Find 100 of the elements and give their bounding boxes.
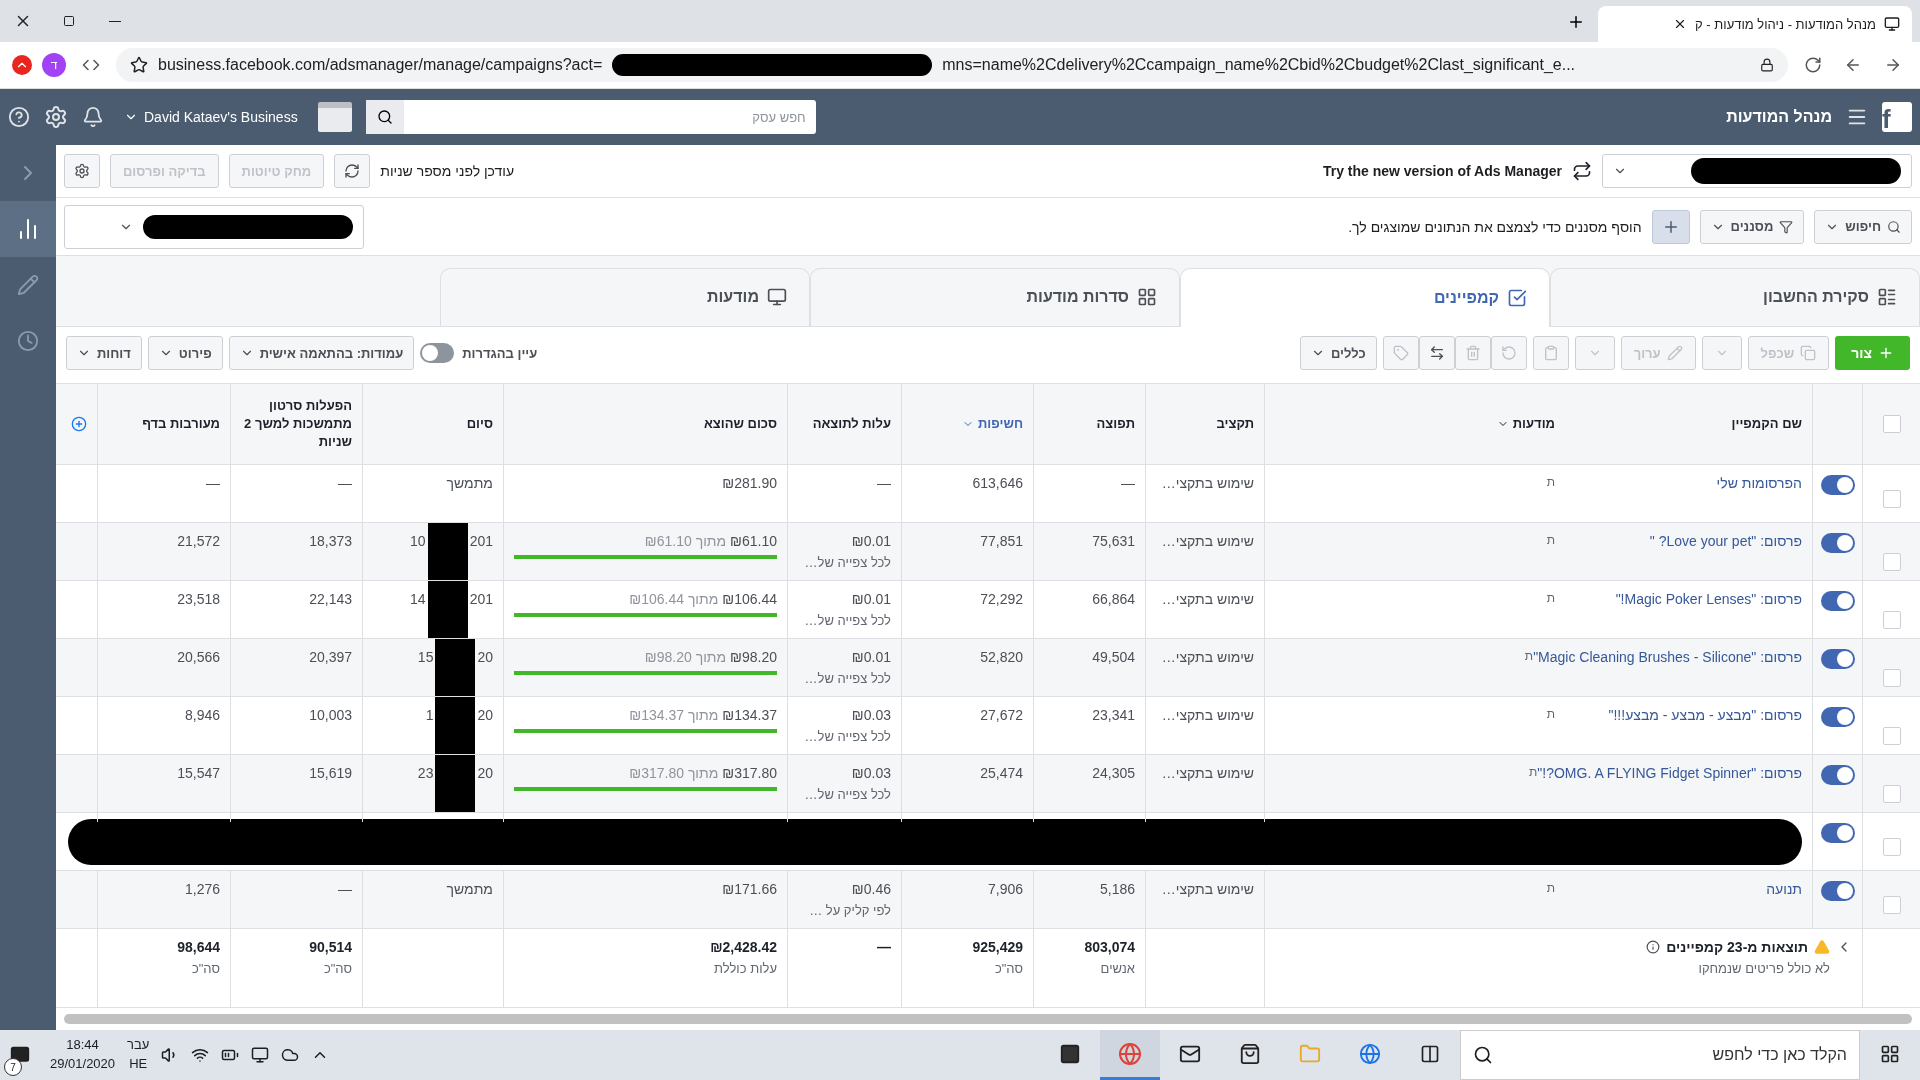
table-cell-text: מתמשך <box>445 881 493 898</box>
add-filter-button[interactable] <box>1651 209 1690 244</box>
cloud-icon[interactable] <box>281 1046 300 1064</box>
search-icon <box>1887 219 1901 234</box>
row-checkbox[interactable] <box>1882 837 1901 856</box>
refresh-button[interactable] <box>334 154 371 189</box>
column-header[interactable]: מעורבות בדף <box>108 415 220 434</box>
campaign-toggle[interactable] <box>1820 823 1855 844</box>
column-header[interactable]: הפעלות סרטון מתמשכות למשך 2 שניות <box>241 397 352 452</box>
rules-dropdown[interactable]: כללים <box>1299 336 1377 371</box>
table-cell-text: 66,864 <box>1091 591 1135 608</box>
new-version-link[interactable]: Try the new version of Ads Manager <box>1322 163 1562 180</box>
notifications-icon[interactable] <box>82 106 104 128</box>
column-header[interactable]: שם הקמפיין <box>1555 415 1802 434</box>
delivery-status: ת <box>1524 649 1534 664</box>
column-header[interactable]: סכום שהוצא <box>514 415 777 434</box>
search-button[interactable] <box>365 100 404 134</box>
table-cell-text: 77,851 <box>979 533 1023 550</box>
cost-note: לכל צפייה של… <box>803 555 891 571</box>
table-cell-text: 1,276 <box>183 881 220 898</box>
profile-avatar[interactable]: ד <box>42 53 66 77</box>
logo[interactable]: f <box>1882 102 1912 132</box>
column-header[interactable]: סיום <box>373 415 493 434</box>
browser-tab[interactable]: מנהל המודעות - ניהול מודעות - ק <box>1598 6 1912 42</box>
columns-dropdown[interactable]: עמודות: בהתאמה אישית <box>228 336 415 371</box>
row-checkbox[interactable] <box>1882 610 1901 629</box>
redaction-mark <box>427 581 468 639</box>
extension-icon[interactable] <box>12 55 32 75</box>
campaign-name-link[interactable]: הפרסומות שלי <box>1555 475 1802 492</box>
table-cell-text: — <box>876 939 891 956</box>
bookmark-star-icon[interactable] <box>130 56 148 74</box>
url-text: business.facebook.com/adsmanager/manage/campaigns?act= <box>158 56 603 74</box>
column-header[interactable]: תקציב <box>1156 415 1254 434</box>
level-tab[interactable]: סקירת החשבון <box>1550 267 1920 326</box>
table-cell-text: 22,143 <box>308 591 352 608</box>
table-cell-text: 24,305 <box>1091 765 1135 782</box>
table-cell-text: ₪0.03 <box>850 707 891 724</box>
table-cell-text: ₪0.03 <box>850 765 891 782</box>
table-cell-text: 8,946 <box>183 707 220 724</box>
reports-dropdown[interactable]: דוחות <box>66 336 142 371</box>
row-checkbox[interactable] <box>1882 895 1901 914</box>
campaign-name-link[interactable]: פרסום: "מבצע - מבצע - מבצע!!!" <box>1555 707 1802 724</box>
column-header[interactable]: חשיפות <box>912 415 1023 434</box>
settings-button[interactable] <box>64 154 100 189</box>
add-column-icon[interactable] <box>71 416 87 433</box>
row-checkbox[interactable] <box>1882 726 1901 745</box>
level-tab[interactable]: קמפיינים <box>1180 267 1550 327</box>
row-checkbox[interactable] <box>1882 668 1901 687</box>
app-title: מנהל המודעות <box>1726 108 1832 126</box>
row-checkbox[interactable] <box>1882 489 1901 508</box>
campaign-toggle[interactable] <box>1820 765 1855 786</box>
info-icon[interactable] <box>1646 940 1661 955</box>
address-bar[interactable]: business.facebook.com/adsmanager/manage/campaigns?act= mns=name%2Cdelivery%2Ccampaign_name%2Cbid%2Cbudget%2Clast_significant_e... <box>116 48 1788 82</box>
campaign-name-link[interactable]: פרסום: "OMG. A FLYING Fidget Spinner?!" <box>1537 765 1802 782</box>
horizontal-scrollbar[interactable] <box>64 1014 1912 1024</box>
column-header[interactable]: מודעות <box>1496 415 1555 434</box>
date-range-selector[interactable] <box>64 204 364 249</box>
url-text: mns=name%2Cdelivery%2Ccampaign_name%2Cbid%2Cbudget%2Clast_significant_e... <box>942 56 1576 74</box>
display-icon[interactable] <box>251 1046 270 1064</box>
cost-note: לכל צפייה של… <box>803 787 891 803</box>
column-header[interactable]: עלות לתוצאה <box>798 415 891 434</box>
filters-dropdown[interactable]: מסננים <box>1699 209 1805 244</box>
account-selector[interactable] <box>1602 154 1912 189</box>
reports-icon[interactable] <box>0 201 56 257</box>
campaign-toggle[interactable] <box>1820 707 1855 728</box>
row-checkbox[interactable] <box>1882 552 1901 571</box>
table-cell-text: 15,547 <box>176 765 220 782</box>
table-cell: 1 <box>425 707 434 724</box>
list-icon <box>1877 287 1897 308</box>
campaign-toggle[interactable] <box>1820 533 1855 554</box>
clock[interactable]: 18:44 29/01/2020 <box>50 1036 116 1074</box>
refresh-icon <box>344 163 361 180</box>
forward-arrow-icon <box>1884 56 1902 74</box>
wifi-icon[interactable] <box>191 1046 210 1064</box>
campaign-toggle[interactable] <box>1820 881 1855 902</box>
level-tab[interactable]: מודעות <box>440 267 810 326</box>
campaign-name-link[interactable]: פרסום: "Magic Poker Lenses!" <box>1555 591 1802 608</box>
business-selector[interactable]: David Kataev's Business <box>118 108 304 126</box>
table-cell-text: 15,619 <box>308 765 352 782</box>
select-all-checkbox[interactable] <box>1882 415 1901 434</box>
search-dropdown[interactable]: חיפוש <box>1814 209 1912 244</box>
table-cell-text: 803,074 <box>1083 939 1135 956</box>
row-checkbox[interactable] <box>1882 784 1901 803</box>
level-tab[interactable]: סדרות מודעות <box>810 267 1180 326</box>
redaction-mark <box>427 523 468 581</box>
campaign-name-link[interactable]: פרסום: "Love your pet? " <box>1555 533 1802 550</box>
campaign-toggle[interactable] <box>1820 475 1855 496</box>
campaign-toggle[interactable] <box>1820 649 1855 670</box>
table-cell-text: 75,631 <box>1091 533 1135 550</box>
breakdown-dropdown[interactable]: פירוט <box>147 336 223 371</box>
search-field[interactable]: חפש עסק <box>403 100 816 134</box>
campaign-name-link[interactable]: תנועה <box>1555 881 1802 898</box>
campaign-name-link[interactable]: פרסום: "Magic Cleaning Brushes - Silicone" <box>1533 649 1802 666</box>
campaign-toggle[interactable] <box>1820 591 1855 612</box>
settings-toggle[interactable]: עיין בהגדרות <box>420 343 538 364</box>
column-header[interactable]: תפוצה <box>1044 415 1135 434</box>
table-cell-text: 90,514 <box>308 939 352 956</box>
table-cell: ₪317.80 <box>722 765 777 782</box>
tab-title: מנהל המודעות - ניהול מודעות - ק <box>1695 16 1876 32</box>
table-cell-text: ₪0.01 <box>850 533 891 550</box>
